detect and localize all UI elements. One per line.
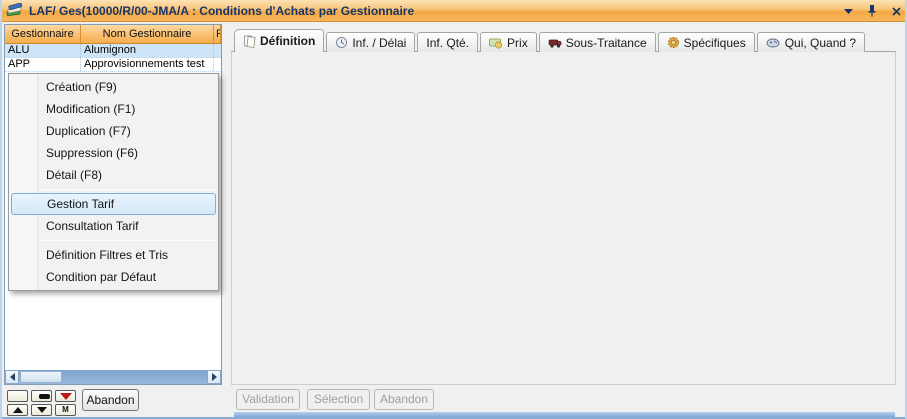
table-row[interactable]: APP Approvisionnements test xyxy=(5,58,221,72)
clock-icon xyxy=(335,36,348,49)
menu-item-modification[interactable]: Modification (F1) xyxy=(9,98,218,120)
cell-name: Approvisionnements test xyxy=(81,58,214,71)
caret-up-icon xyxy=(13,407,23,413)
tab-label: Spécifiques xyxy=(684,36,746,50)
window-menu-button[interactable] xyxy=(841,4,855,18)
money-icon xyxy=(489,37,503,49)
menu-item-suppression[interactable]: Suppression (F6) xyxy=(9,142,218,164)
push-pin-icon xyxy=(867,5,877,17)
definition-tab-page xyxy=(231,51,896,385)
m-marker-icon: M xyxy=(62,406,69,414)
menu-separator xyxy=(41,240,216,241)
titlebar: LAF/ Ges(10000/R/00-JMA/A : Conditions d… xyxy=(0,0,907,22)
horizontal-scrollbar[interactable] xyxy=(5,370,221,384)
abandon-button[interactable]: Abandon xyxy=(82,389,139,411)
tab-label: Définition xyxy=(260,34,315,48)
window-title: LAF/ Ges(10000/R/00-JMA/A : Conditions d… xyxy=(29,4,414,18)
tab-inf-qte[interactable]: Inf. Qté. xyxy=(417,32,478,52)
tab-label: Sous-Traitance xyxy=(566,36,647,50)
arrow-left-icon xyxy=(10,373,15,381)
cell-code: APP xyxy=(5,58,81,71)
menu-item-definition-filtres[interactable]: Définition Filtres et Tris xyxy=(9,244,218,266)
tab-label: Inf. Qté. xyxy=(426,36,469,50)
document-icon xyxy=(243,35,256,48)
tab-strip: Définition Inf. / Délai Inf. Qté. Prix xyxy=(234,29,867,52)
menu-item-condition-defaut[interactable]: Condition par Défaut xyxy=(9,266,218,288)
menu-item-detail[interactable]: Détail (F8) xyxy=(9,164,218,186)
books-stack-icon xyxy=(6,3,23,18)
menu-item-creation[interactable]: Création (F9) xyxy=(9,76,218,98)
validation-button[interactable]: Validation xyxy=(236,389,300,410)
close-button[interactable] xyxy=(889,4,903,18)
cell-name: Alumignon xyxy=(81,44,214,57)
tab-inf-delai[interactable]: Inf. / Délai xyxy=(326,32,415,52)
selection-button[interactable]: Sélection xyxy=(307,389,370,410)
record-bar-icon xyxy=(39,394,50,399)
tab-qui-quand[interactable]: Qui, Quand ? xyxy=(757,32,865,52)
column-header-clipped[interactable]: Fo xyxy=(214,25,221,43)
machine-icon xyxy=(548,37,562,49)
menu-item-duplication[interactable]: Duplication (F7) xyxy=(9,120,218,142)
table-row[interactable]: ALU Alumignon xyxy=(5,44,221,58)
caret-down-icon xyxy=(37,407,47,413)
nav-down-button[interactable] xyxy=(31,404,52,416)
arrow-right-icon xyxy=(212,373,217,381)
tab-sous-traitance[interactable]: Sous-Traitance xyxy=(539,32,656,52)
nav-up-button[interactable] xyxy=(7,404,28,416)
tab-specifiques[interactable]: Spécifiques xyxy=(658,32,755,52)
close-icon xyxy=(892,7,901,16)
chevron-down-icon xyxy=(844,9,853,14)
app-window: LAF/ Ges(10000/R/00-JMA/A : Conditions d… xyxy=(0,0,907,419)
nav-blank-button[interactable] xyxy=(7,390,28,402)
tab-label: Prix xyxy=(507,36,528,50)
column-header-gestionnaire[interactable]: Gestionnaire xyxy=(5,25,81,43)
nav-current-record-button[interactable] xyxy=(31,390,52,402)
grid-header: Gestionnaire Nom Gestionnaire Fo xyxy=(5,25,221,44)
tab-prix[interactable]: Prix xyxy=(480,32,537,52)
menu-item-consultation-tarif[interactable]: Consultation Tarif xyxy=(9,215,218,237)
tab-label: Qui, Quand ? xyxy=(785,36,856,50)
clock-small-icon xyxy=(766,37,781,48)
menu-item-gestion-tarif[interactable]: Gestion Tarif xyxy=(11,193,216,215)
context-menu: Création (F9) Modification (F1) Duplicat… xyxy=(8,73,219,291)
scroll-right-button[interactable] xyxy=(207,370,221,384)
nav-marker-button[interactable]: M xyxy=(55,404,76,416)
pin-button[interactable] xyxy=(865,4,879,18)
menu-separator xyxy=(41,189,216,190)
gear-icon xyxy=(667,36,680,49)
column-header-nom-gestionnaire[interactable]: Nom Gestionnaire xyxy=(81,25,214,43)
scroll-left-button[interactable] xyxy=(5,370,19,384)
abandon-disabled-button[interactable]: Abandon xyxy=(374,389,434,410)
nav-red-down-button[interactable] xyxy=(55,390,76,402)
scrollbar-thumb[interactable] xyxy=(20,371,62,383)
tab-definition[interactable]: Définition xyxy=(234,29,324,52)
red-caret-down-icon xyxy=(60,393,72,400)
cell-code: ALU xyxy=(5,44,81,57)
tab-label: Inf. / Délai xyxy=(352,36,406,50)
